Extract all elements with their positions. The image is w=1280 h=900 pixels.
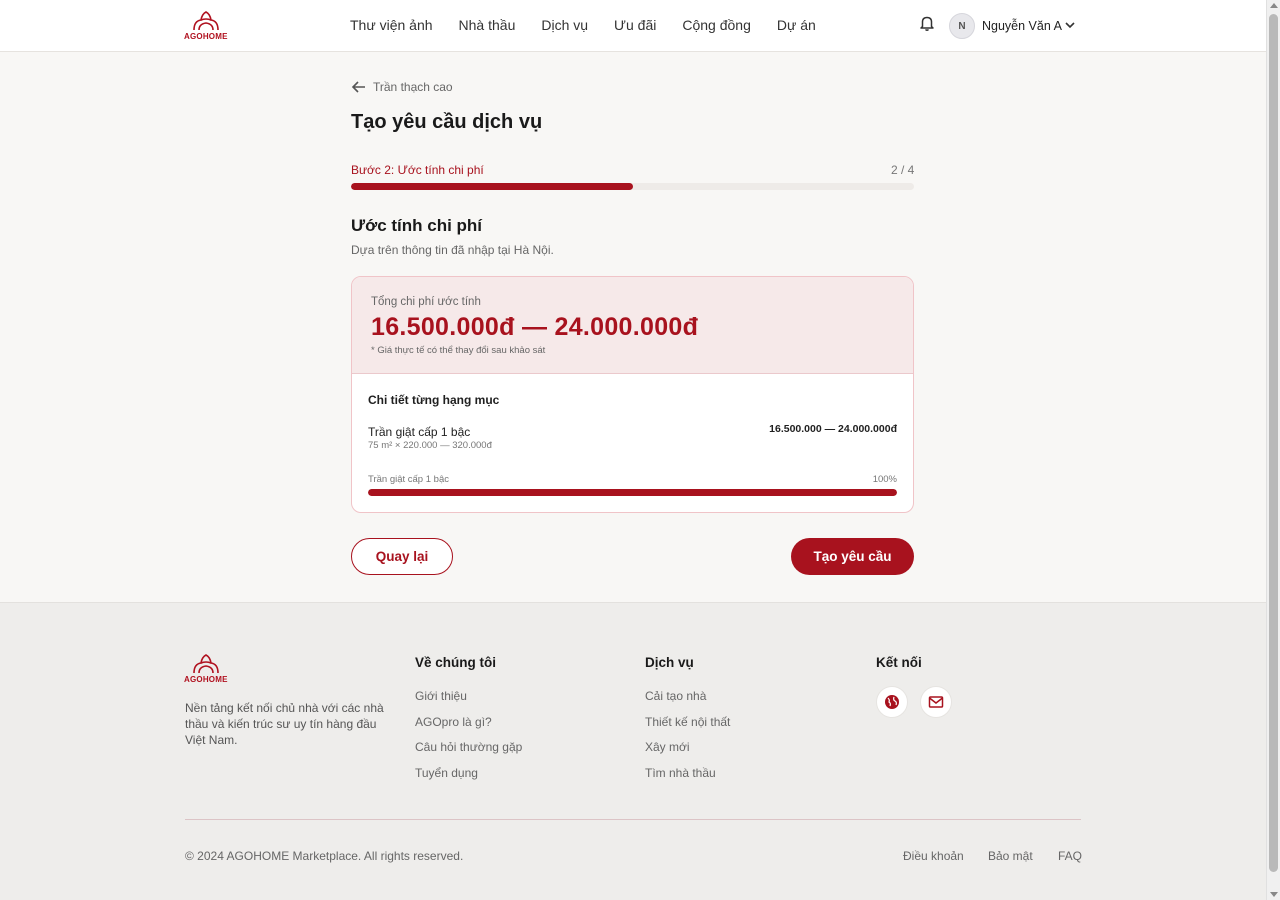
globe-button[interactable] xyxy=(876,686,908,718)
item-price: 16.500.000 — 24.000.000đ xyxy=(769,423,897,435)
total-note: * Giá thực tế có thể thay đổi sau khảo s… xyxy=(371,345,546,356)
footer-link-faq-bottom[interactable]: FAQ xyxy=(1058,849,1082,863)
back-link-label: Trần thạch cao xyxy=(373,80,453,94)
detail-title: Chi tiết từng hạng mục xyxy=(368,393,500,407)
scroll-up-arrow[interactable] xyxy=(1270,3,1278,8)
logo-icon xyxy=(193,11,219,31)
main-nav: Thư viện ảnh Nhà thầu Dịch vụ Ưu đãi Cộn… xyxy=(350,17,816,33)
nav-projects[interactable]: Dự án xyxy=(777,17,816,33)
scroll-down-arrow[interactable] xyxy=(1270,892,1278,897)
footer-link-intro[interactable]: Giới thiệu xyxy=(415,689,467,703)
estimate-card: Tổng chi phí ước tính 16.500.000đ — 24.0… xyxy=(351,276,914,513)
footer-link-interior-design[interactable]: Thiết kế nội thất xyxy=(645,715,730,729)
chevron-down-icon[interactable] xyxy=(1064,19,1076,31)
item-share-bar xyxy=(368,489,897,496)
footer-link-find-contractor[interactable]: Tìm nhà thầu xyxy=(645,766,716,780)
scroll-thumb[interactable] xyxy=(1269,14,1278,872)
footer-services-title: Dịch vụ xyxy=(645,655,694,670)
nav-contractors[interactable]: Nhà thầu xyxy=(459,17,516,33)
nav-community[interactable]: Cộng đồng xyxy=(682,17,751,33)
nav-services[interactable]: Dịch vụ xyxy=(541,17,588,33)
logo-text: AGOHOME xyxy=(184,32,228,41)
back-button[interactable]: Quay lại xyxy=(351,538,453,575)
back-link[interactable]: Trần thạch cao xyxy=(351,80,453,94)
arrow-left-icon xyxy=(351,81,365,93)
footer-link-renovation[interactable]: Cải tạo nhà xyxy=(645,689,706,703)
total-label: Tổng chi phí ước tính xyxy=(371,296,481,308)
total-value: 16.500.000đ — 24.000.000đ xyxy=(371,313,699,341)
item-bar-percent: 100% xyxy=(872,474,897,485)
footer-about-title: Về chúng tôi xyxy=(415,655,496,670)
footer-link-privacy[interactable]: Bảo mật xyxy=(988,849,1033,863)
scrollbar[interactable] xyxy=(1266,0,1280,900)
copyright: © 2024 AGOHOME Marketplace. All rights r… xyxy=(185,849,464,863)
item-name: Trần giật cấp 1 bậc xyxy=(368,425,471,439)
step-label: Bước 2: Ước tính chi phí xyxy=(351,163,484,177)
top-header: AGOHOME Thư viện ảnh Nhà thầu Dịch vụ Ưu… xyxy=(0,0,1266,52)
footer-link-new-build[interactable]: Xây mới xyxy=(645,740,690,754)
page-title: Tạo yêu cầu dịch vụ xyxy=(351,111,543,133)
item-share-fill xyxy=(368,489,897,496)
footer-description: Nền tảng kết nối chủ nhà với các nhà thầ… xyxy=(185,701,384,747)
mail-icon xyxy=(928,696,944,708)
footer-link-careers[interactable]: Tuyển dụng xyxy=(415,766,478,780)
step-progress-bar xyxy=(351,183,914,190)
footer-logo[interactable]: AGOHOME xyxy=(184,653,228,684)
globe-icon xyxy=(885,695,899,709)
footer-divider xyxy=(185,819,1081,820)
section-subtitle: Dựa trên thông tin đã nhập tại Hà Nội. xyxy=(351,243,554,257)
footer-logo-text: AGOHOME xyxy=(184,675,228,684)
footer-link-terms[interactable]: Điều khoản xyxy=(903,849,964,863)
mail-button[interactable] xyxy=(920,686,952,718)
avatar[interactable]: N xyxy=(949,13,975,39)
footer: AGOHOME Nền tảng kết nối chủ nhà với các… xyxy=(0,602,1266,900)
create-request-button[interactable]: Tạo yêu cầu xyxy=(791,538,914,575)
section-title: Ước tính chi phí xyxy=(351,216,483,235)
bell-icon[interactable] xyxy=(918,14,936,32)
step-count: 2 / 4 xyxy=(891,163,915,177)
nav-photo-library[interactable]: Thư viện ảnh xyxy=(350,17,433,33)
user-name[interactable]: Nguyễn Văn A xyxy=(982,19,1062,33)
estimate-summary: Tổng chi phí ước tính 16.500.000đ — 24.0… xyxy=(352,277,913,374)
item-formula: 75 m² × 220.000 — 320.000đ xyxy=(368,440,492,451)
footer-connect-title: Kết nối xyxy=(876,655,922,670)
step-progress-fill xyxy=(351,183,633,190)
logo-icon xyxy=(193,654,219,674)
footer-link-agopro[interactable]: AGOpro là gì? xyxy=(415,715,492,729)
footer-link-faq[interactable]: Câu hỏi thường gặp xyxy=(415,740,522,754)
logo[interactable]: AGOHOME xyxy=(184,10,228,41)
item-bar-label: Trần giật cấp 1 bậc xyxy=(368,474,449,485)
nav-offers[interactable]: Ưu đãi xyxy=(614,17,656,33)
